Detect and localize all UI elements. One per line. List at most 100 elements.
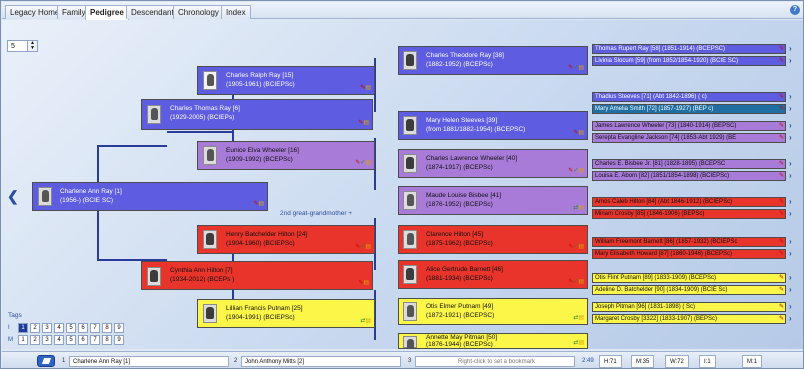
legacy-window: Legacy Home Family Pedigree Descendant C… <box>0 0 804 369</box>
portrait-photo-icon <box>403 265 417 284</box>
tab-legacy-home[interactable]: Legacy Home <box>5 5 65 19</box>
ancestor-bar[interactable]: Joseph Pitman [96] (1831-1898) ( Sc) ✎ <box>592 302 786 312</box>
record-flags-icon: ✎✓▤ <box>568 65 584 71</box>
ancestor-name: Livinia Slocum [59] (from 1852/1854-1920… <box>595 58 739 64</box>
tag-cell[interactable]: 5 <box>66 335 76 345</box>
expand-arrow-icon[interactable]: › <box>789 57 795 65</box>
tag-cell[interactable]: 6 <box>78 323 88 333</box>
person-box-paternal-grandfather[interactable]: Charles Ralph Ray [15] (1905-1961) (BCIE… <box>197 66 375 95</box>
tag-cell[interactable]: 3 <box>42 335 52 345</box>
expand-arrow-icon[interactable]: › <box>789 286 795 294</box>
ancestor-bar[interactable]: Livinia Slocum [59] (from 1852/1854-1920… <box>592 56 786 66</box>
bookmark-field-1[interactable]: Charlene Ann Ray [1] <box>69 356 229 367</box>
tag-cell[interactable]: 1 <box>18 335 28 345</box>
person-box-gg-38[interactable]: Charles Theodore Ray [38] (1882-1952) (B… <box>398 46 588 75</box>
home-icon[interactable] <box>37 355 55 367</box>
help-icon[interactable]: ? <box>790 5 800 15</box>
expand-arrow-icon[interactable]: › <box>789 238 795 246</box>
ancestor-bar[interactable]: Amos Caleb Hilton [84] (Abt 1846-1912) (… <box>592 197 786 207</box>
ancestor-name: Amos Caleb Hilton [84] (Abt 1846-1912) (… <box>595 199 733 205</box>
ancestor-bar[interactable]: Mary Elisabeth Howard [87] (1860-1946) (… <box>592 249 786 259</box>
person-box-gg-45[interactable]: Clarence Hilton [45] (1875-1962) (BCEPSc… <box>398 225 588 254</box>
expand-arrow-icon[interactable]: › <box>789 274 795 282</box>
person-dates: (from 1881/1882-1954) (BCEPSC) <box>426 126 526 133</box>
tag-cell[interactable]: 5 <box>66 323 76 333</box>
person-box-father[interactable]: Charles Thomas Ray [6] (1929-2005) (BCIE… <box>141 99 373 130</box>
tag-cell[interactable]: 8 <box>102 323 112 333</box>
edit-icon: ✎ <box>778 275 784 281</box>
person-box-maternal-grandfather[interactable]: Henry Batchelder Hilton [24] (1904-1960)… <box>197 225 375 254</box>
expand-arrow-icon[interactable]: › <box>789 172 795 180</box>
expand-arrow-icon[interactable]: › <box>789 315 795 323</box>
ancestor-bar[interactable]: Serepta Evangline Jackson [74] (1853-Abt… <box>592 133 786 143</box>
person-name: Alice Gertrude Barnett [46] <box>426 266 503 273</box>
person-box-root[interactable]: Charlene Ann Ray [1] (1956-) (BCIE SC) ✎… <box>32 182 268 211</box>
person-box-mother[interactable]: Cynthia Ann Hilton [7] (1934-2012) (BCEP… <box>141 261 373 290</box>
person-box-gg-46[interactable]: Alice Gertrude Barnett [46] (1881-1934) … <box>398 260 588 289</box>
expand-arrow-icon[interactable]: › <box>789 210 795 218</box>
expand-arrow-icon[interactable]: › <box>789 134 795 142</box>
tab-descendant[interactable]: Descendant <box>126 5 179 19</box>
tag-cell[interactable]: 2 <box>30 335 40 345</box>
record-flags-icon: ✎✓▤ <box>568 168 584 174</box>
ancestor-name: Charles E. Bisbee Jr. [81] (1828-1895) (… <box>595 161 726 167</box>
wife-count[interactable]: W:72 <box>665 355 689 368</box>
tag-cell[interactable]: 2 <box>30 323 40 333</box>
tab-index[interactable]: Index <box>221 5 251 19</box>
expand-arrow-icon[interactable]: › <box>789 93 795 101</box>
expand-arrow-icon[interactable]: › <box>789 122 795 130</box>
person-dates: (1876-1944) (BCEPSc) <box>426 341 493 348</box>
person-box-gg-40[interactable]: Charles Lawrence Wheeler [40] (1874-1917… <box>398 149 588 178</box>
ancestor-bar[interactable]: Otis Flint Putnam [89] (1833-1909) (BCEP… <box>592 273 786 283</box>
tag-cell[interactable]: 7 <box>90 335 100 345</box>
person-dates: (1934-2012) (BCEPs ) <box>170 276 235 283</box>
person-box-maternal-grandmother[interactable]: Lillian Francis Putnam [25] (1904-1991) … <box>197 299 375 328</box>
person-name: Clarence Hilton [45] <box>426 231 484 238</box>
person-box-gg-49[interactable]: Otis Elmer Putnam [49] (1872-1921) (BCEP… <box>398 298 588 325</box>
back-arrow-icon[interactable]: ❮ <box>7 189 19 203</box>
husband-count[interactable]: H:71 <box>599 355 622 368</box>
spinner-arrows-icon[interactable]: ▲ ▼ <box>27 41 37 51</box>
tag-cell[interactable]: 4 <box>54 323 64 333</box>
tag-cell[interactable]: 3 <box>42 323 52 333</box>
ancestor-bar[interactable]: Mary Amelia Smith [72] (1857-1927) (BEP … <box>592 104 786 114</box>
expand-arrow-icon[interactable]: › <box>789 45 795 53</box>
bookmark-field-3[interactable]: Right-click to set a bookmark <box>415 356 575 367</box>
generations-spinner[interactable]: 5 ▲ ▼ <box>7 40 38 52</box>
tag-cell[interactable]: 9 <box>114 335 124 345</box>
tab-pedigree[interactable]: Pedigree <box>85 5 129 20</box>
ancestor-bar[interactable]: Thadius Steeves [71] (Abt 1842-1896) ( c… <box>592 92 786 102</box>
bookmark-field-2[interactable]: John Anthony Mitts [2] <box>241 356 401 367</box>
ancestor-bar[interactable]: Thomas Rupert Ray [58] (1851-1914) (BCEP… <box>592 44 786 54</box>
expand-arrow-icon[interactable]: › <box>789 303 795 311</box>
portrait-silhouette-icon <box>403 230 417 249</box>
ancestor-bar[interactable]: Margaret Crosby [3322] (1833-1907) (BEPS… <box>592 314 786 324</box>
person-box-gg-50[interactable]: Annette May Pitman [50] (1876-1944) (BCE… <box>398 333 588 349</box>
tag-cell[interactable]: 7 <box>90 323 100 333</box>
tag-cell[interactable]: 1 <box>18 323 28 333</box>
person-box-gg-39[interactable]: Mary Helen Steeves [39] (from 1881/1882-… <box>398 111 588 140</box>
expand-arrow-icon[interactable]: › <box>789 198 795 206</box>
ancestor-name: Joseph Pitman [96] (1831-1898) ( Sc) <box>595 304 696 310</box>
ancestor-bar[interactable]: Adeline D. Batchelder [90] (1834-1909) (… <box>592 285 786 295</box>
ancestor-bar[interactable]: Miriam Crosby [85] (1846-1906) (BEPSc) ✎ <box>592 209 786 219</box>
expand-arrow-icon[interactable]: › <box>789 250 795 258</box>
ancestor-bar[interactable]: William Freemont Barnett [86] (1857-1932… <box>592 237 786 247</box>
person-name: Charles Theodore Ray [38] <box>426 52 504 59</box>
tag-cell[interactable]: 4 <box>54 335 64 345</box>
tag-cell[interactable]: 6 <box>78 335 88 345</box>
marriage-nav[interactable]: M:1 <box>742 355 763 368</box>
expand-arrow-icon[interactable]: › <box>789 105 795 113</box>
individual-nav[interactable]: I:1 <box>699 355 716 368</box>
tag-cell[interactable]: 9 <box>114 323 124 333</box>
ancestor-bar[interactable]: Louisa E. Aborn [82] (1851/1854-1898) (B… <box>592 171 786 181</box>
person-box-gg-41[interactable]: Maude Louise Bisbee [41] (1876-1952) (BC… <box>398 186 588 215</box>
tab-chronology[interactable]: Chronology <box>173 5 224 19</box>
tag-cell[interactable]: 8 <box>102 335 112 345</box>
ancestor-bar[interactable]: Charles E. Bisbee Jr. [81] (1828-1895) (… <box>592 159 786 169</box>
marriage-count[interactable]: M:35 <box>631 355 655 368</box>
expand-arrow-icon[interactable]: › <box>789 160 795 168</box>
portrait-photo-icon <box>203 71 217 90</box>
person-box-paternal-grandmother[interactable]: Eunice Elva Wheeler [16] (1909-1992) (BC… <box>197 141 375 170</box>
ancestor-bar[interactable]: James Lawrence Wheeler [73] (1840-1914) … <box>592 121 786 131</box>
